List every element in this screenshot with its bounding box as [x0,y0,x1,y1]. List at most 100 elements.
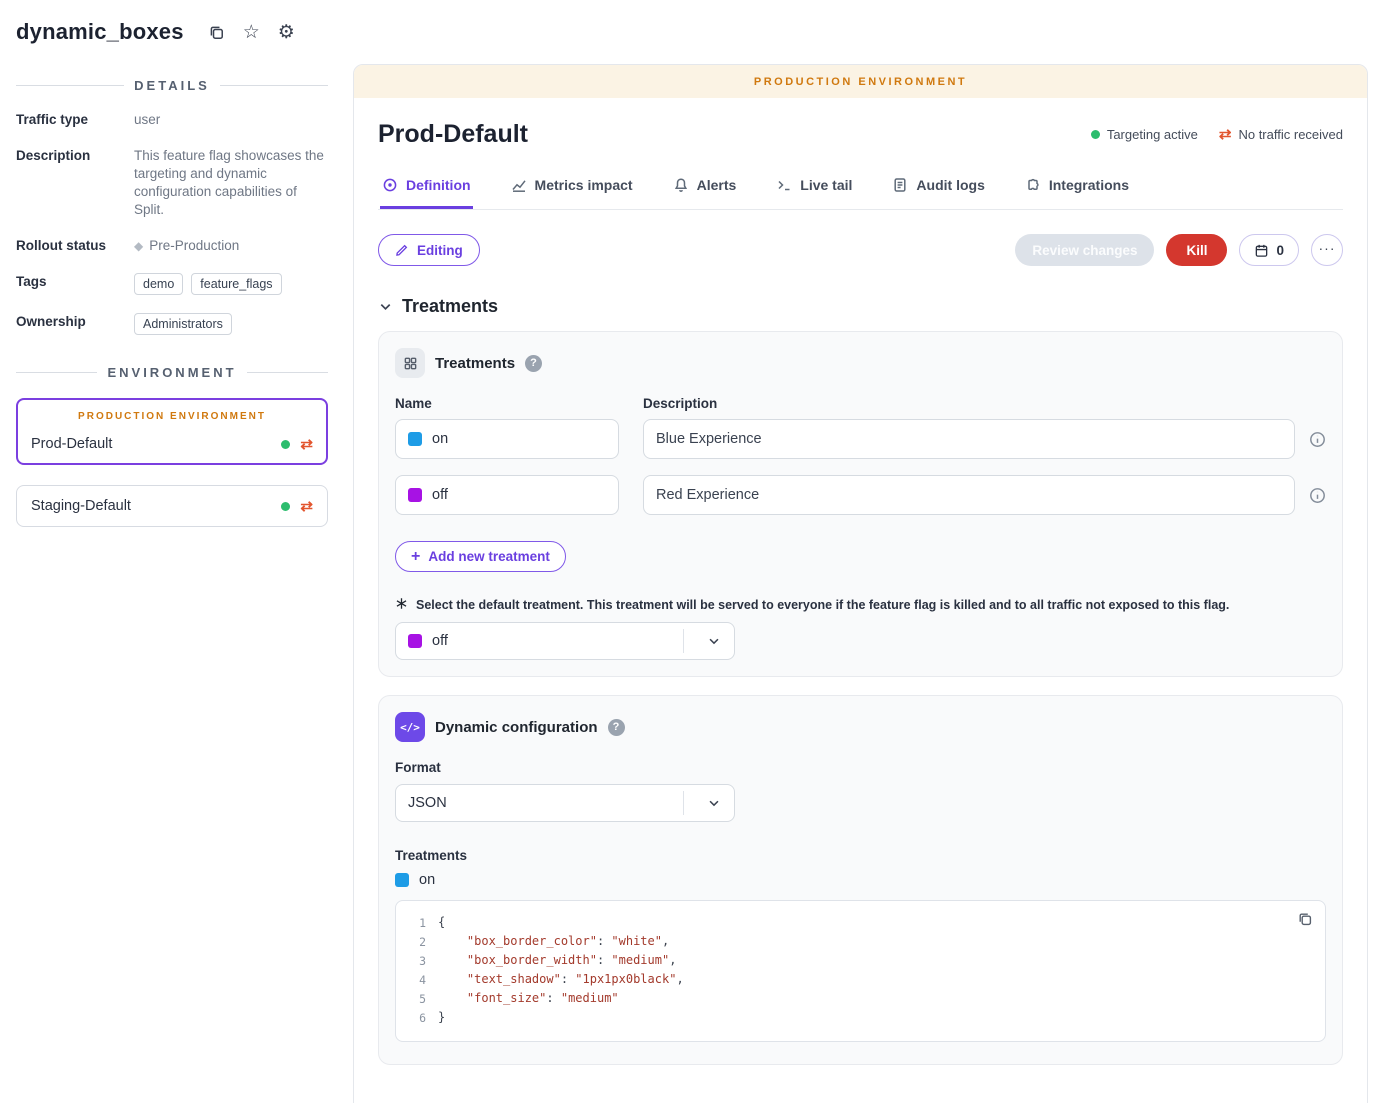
rollout-status-row: Rollout status ◆Pre-Production [16,237,328,255]
treatments-card-title: Treatments [435,355,515,372]
treatment-color-swatch [408,634,422,648]
tags-label: Tags [16,273,134,295]
calendar-icon [1254,243,1269,258]
toolbar: Editing Review changes Kill 0 [354,210,1367,266]
environment-card-staging-default[interactable]: Staging-Default ⇄ [16,485,328,527]
tab-live-tail[interactable]: Live tail [774,175,854,209]
traffic-swap-icon: ⇄ [300,499,313,514]
more-actions-button[interactable]: ··· [1311,234,1343,266]
default-treatment-select[interactable]: off [395,622,735,660]
format-label: Format [395,760,1326,775]
description-row: Description This feature flag showcases … [16,147,328,219]
code-line: 5 "font_size": "medium" [410,989,1311,1008]
sidebar: DETAILS Traffic type user Description Th… [16,64,328,547]
environment-card-name: Prod-Default [31,436,281,452]
tag-chip[interactable]: feature_flags [191,273,281,295]
rollout-status-label: Rollout status [16,237,134,255]
targeting-active-dot [1091,130,1100,139]
rollout-status-value: ◆Pre-Production [134,237,239,255]
puzzle-icon [1025,177,1041,193]
description-value: This feature flag showcases the targetin… [134,147,328,219]
copy-flag-name-icon[interactable] [208,24,225,41]
terminal-icon [776,177,792,193]
code-line: 6} [410,1008,1311,1027]
treatment-column-labels: Name Description [395,396,1326,411]
star-icon[interactable]: ☆ [243,23,260,42]
environment-heading: ENVIRONMENT [16,365,328,380]
bell-icon [673,177,689,193]
treatment-name-input[interactable]: off [395,475,619,515]
name-column-label: Name [395,396,619,411]
copy-code-icon[interactable] [1297,911,1313,927]
tags-chips: demo feature_flags [134,273,282,295]
kill-button[interactable]: Kill [1166,234,1227,266]
targeting-active-dot [281,440,290,449]
info-icon[interactable] [1309,487,1326,504]
page-header: dynamic_boxes ☆ ⚙ [0,0,1382,60]
gear-icon[interactable]: ⚙ [278,23,295,42]
flag-tabs: Definition Metrics impact [378,175,1343,209]
page-title: dynamic_boxes [16,19,184,45]
traffic-type-label: Traffic type [16,111,134,129]
collapse-chevron-icon[interactable] [378,299,393,314]
treatment-color-swatch [408,488,422,502]
tab-alerts[interactable]: Alerts [671,175,739,209]
rollout-diamond-icon: ◆ [134,239,143,253]
format-value: JSON [408,795,673,811]
scheduled-changes-button[interactable]: 0 [1239,234,1299,266]
metrics-icon [511,177,527,193]
status-group: Targeting active ⇄ No traffic received [1091,127,1343,142]
treatments-grid-icon [395,348,425,378]
dynamic-configuration-help-icon[interactable]: ? [608,719,625,736]
treatment-color-swatch [395,873,409,887]
page-layout: DETAILS Traffic type user Description Th… [0,60,1382,1103]
add-new-treatment-button[interactable]: + Add new treatment [395,541,566,572]
description-label: Description [16,147,134,219]
traffic-status-text: No traffic received [1238,127,1343,142]
environment-card-banner: PRODUCTION ENVIRONMENT [31,411,313,422]
definition-icon [382,177,398,193]
more-icon: ··· [1319,240,1336,256]
traffic-swap-icon: ⇄ [1219,127,1232,142]
dynamic-configuration-card: </> Dynamic configuration ? Format JSON … [378,695,1343,1065]
review-changes-button[interactable]: Review changes [1015,234,1154,266]
treatments-help-icon[interactable]: ? [525,355,542,372]
config-treatment-tag: on [395,872,1326,888]
details-heading: DETAILS [16,78,328,93]
environment-card-prod-default[interactable]: PRODUCTION ENVIRONMENT Prod-Default ⇄ [16,398,328,465]
code-line: 1{ [410,913,1311,932]
pencil-icon [395,243,409,257]
traffic-type-value: user [134,111,160,129]
tag-chip[interactable]: demo [134,273,183,295]
traffic-swap-icon: ⇄ [300,437,313,452]
tab-definition[interactable]: Definition [380,175,473,209]
config-treatments-label: Treatments [395,848,1326,863]
traffic-type-row: Traffic type user [16,111,328,129]
code-line: 4 "text_shadow": "1px1px0black", [410,970,1311,989]
tags-row: Tags demo feature_flags [16,273,328,295]
ownership-chips: Administrators [134,313,232,335]
scheduled-count: 0 [1276,243,1284,258]
chevron-down-icon [694,796,734,810]
tab-metrics-impact[interactable]: Metrics impact [509,175,635,209]
default-treatment-value: off [432,633,673,649]
format-select[interactable]: JSON [395,784,735,822]
flag-title: Prod-Default [378,120,1091,149]
default-treatment-note: Select the default treatment. This treat… [395,598,1326,612]
json-config-editor[interactable]: 1{2 "box_border_color": "white",3 "box_b… [395,900,1326,1042]
treatment-description-input[interactable]: Red Experience [643,475,1295,515]
treatment-name-input[interactable]: on [395,419,619,459]
tab-audit-logs[interactable]: Audit logs [890,175,986,209]
editing-button[interactable]: Editing [378,234,480,266]
code-icon: </> [395,712,425,742]
description-column-label: Description [643,396,717,411]
info-icon[interactable] [1309,431,1326,448]
treatments-section-header: Treatments [354,266,1367,317]
production-environment-banner: PRODUCTION ENVIRONMENT [354,65,1367,98]
targeting-status-text: Targeting active [1107,127,1198,142]
ownership-label: Ownership [16,313,134,335]
owner-chip[interactable]: Administrators [134,313,232,335]
asterisk-icon [395,597,408,610]
tab-integrations[interactable]: Integrations [1023,175,1131,209]
treatment-description-input[interactable]: Blue Experience [643,419,1295,459]
